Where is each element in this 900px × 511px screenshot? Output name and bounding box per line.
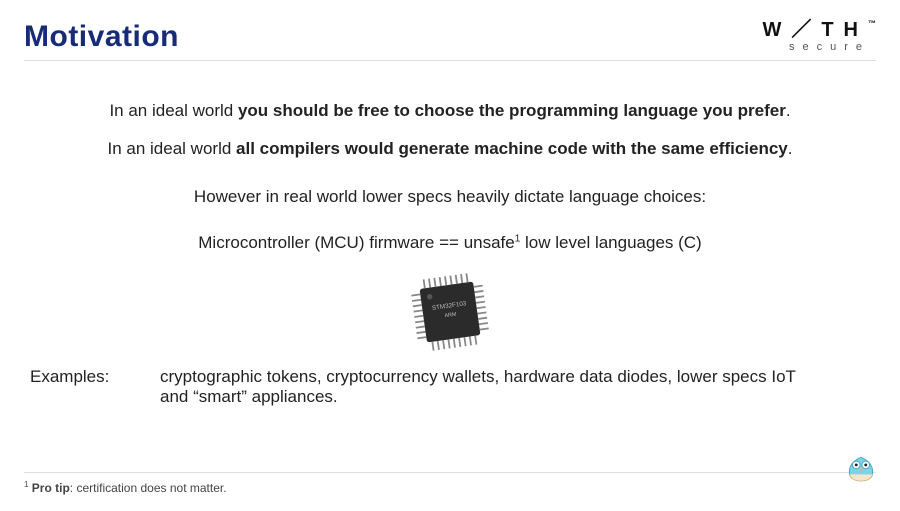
withsecure-logo: W／TH™ secure [762, 20, 876, 53]
real-world-line: However in real world lower specs heavil… [24, 187, 876, 207]
ideal1-prefix: In an ideal world [109, 101, 238, 120]
ideal2-prefix: In an ideal world [108, 139, 237, 158]
chip-image: STM32F103 ARM [24, 267, 876, 357]
examples-label: Examples: [30, 367, 160, 407]
logo-main-text: W／TH [762, 19, 868, 41]
footer-rule [24, 472, 876, 473]
logo-tm: ™ [868, 19, 876, 28]
footnote-text: : certification does not matter. [70, 481, 227, 495]
microcontroller-icon: STM32F103 ARM [399, 261, 501, 363]
ideal-line-1: In an ideal world you should be free to … [24, 101, 876, 121]
ideal2-suffix: . [788, 139, 793, 158]
ideal-line-2: In an ideal world all compilers would ge… [24, 139, 876, 159]
examples-row: Examples: cryptographic tokens, cryptocu… [24, 367, 876, 407]
body: In an ideal world you should be free to … [24, 61, 876, 407]
ideal2-bold: all compilers would generate machine cod… [236, 139, 788, 158]
mcu-left: Microcontroller (MCU) firmware == unsafe [198, 233, 514, 252]
mcu-line: Microcontroller (MCU) firmware == unsafe… [24, 233, 876, 253]
mcu-right: low level languages (C) [520, 233, 701, 252]
logo-main: W／TH™ [762, 20, 876, 40]
footnote-label: Pro tip [28, 481, 69, 495]
ideal1-suffix: . [786, 101, 791, 120]
ideal1-bold: you should be free to choose the program… [238, 101, 786, 120]
examples-text: cryptographic tokens, cryptocurrency wal… [160, 367, 800, 407]
header: Motivation W／TH™ secure [24, 20, 876, 61]
slide-title: Motivation [24, 20, 179, 54]
slide: Motivation W／TH™ secure In an ideal worl… [0, 0, 900, 511]
footnote: 1 Pro tip: certification does not matter… [24, 480, 227, 495]
gopher-mascot-icon [842, 444, 880, 487]
logo-sub: secure [762, 42, 876, 53]
